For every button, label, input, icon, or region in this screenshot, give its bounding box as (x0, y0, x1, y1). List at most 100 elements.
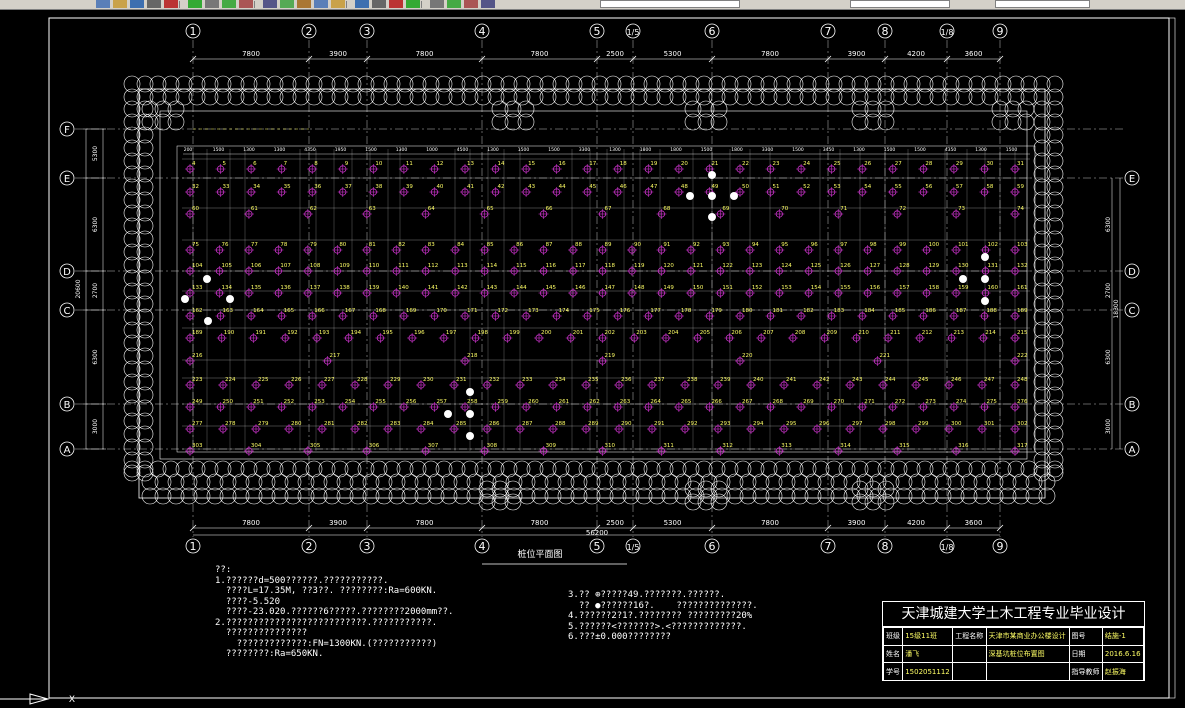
pile-number: 182 (803, 308, 814, 314)
pile-number: 198 (478, 330, 489, 336)
pile-number: 100 (929, 242, 940, 248)
retaining-pile (478, 493, 496, 511)
dim-text: 3000 (92, 419, 99, 434)
retaining-pile (479, 487, 497, 505)
pile-spacing-text: 1500 (365, 147, 377, 153)
retaining-pile (1033, 464, 1051, 482)
zoom-icon[interactable] (280, 0, 294, 8)
pile-number: 302 (1017, 421, 1028, 427)
table-icon[interactable] (406, 0, 420, 8)
retaining-pile (773, 88, 791, 106)
retaining-pile (206, 473, 224, 491)
pile-number: 255 (375, 399, 386, 405)
pile-number: 213 (954, 330, 965, 336)
lineweight-dropdown[interactable] (995, 0, 1090, 8)
pile-number: 260 (528, 399, 539, 405)
drawing-canvas[interactable]: 1 1 2 2 3 3 4 4 5 5 1/5 1/5 6 6 7 7 8 8 1/8 1/8 9 9 F E E D D C C B B A… (0, 9, 1185, 708)
match-icon[interactable] (464, 0, 478, 8)
pile-number: 161 (1017, 285, 1028, 291)
retaining-pile (123, 412, 141, 430)
redo-icon[interactable] (239, 0, 253, 8)
retaining-pile (375, 487, 393, 505)
axis-label: B (1129, 400, 1136, 411)
pile-spacing-text: 1300 (975, 147, 987, 153)
pile-number: 4 (192, 161, 196, 167)
design-center-icon[interactable] (331, 0, 345, 8)
retaining-pile (830, 487, 848, 505)
retaining-pile (596, 487, 614, 505)
layer-dropdown[interactable] (600, 0, 740, 8)
retaining-pile (123, 425, 141, 443)
retaining-pile (648, 473, 666, 491)
color-icon[interactable] (481, 0, 495, 8)
axis-label: 5 (594, 540, 601, 553)
retaining-pile (1046, 269, 1064, 287)
retaining-pile (305, 88, 323, 106)
retaining-pile (895, 473, 913, 491)
cut-icon[interactable] (164, 0, 178, 8)
text-icon[interactable] (430, 0, 444, 8)
retaining-pile (388, 487, 406, 505)
pile-spacing-text: 1300 (853, 147, 865, 153)
layers-icon[interactable] (447, 0, 461, 8)
dim-text: 7800 (531, 519, 549, 527)
retaining-pile (643, 75, 661, 93)
undo-icon[interactable] (222, 0, 236, 8)
test-pile (466, 410, 474, 418)
retaining-pile (656, 75, 674, 93)
retaining-pile (1033, 75, 1051, 93)
pile-number: 175 (589, 308, 600, 314)
retaining-pile (123, 75, 141, 93)
pile-number: 150 (693, 285, 704, 291)
pan-icon[interactable] (263, 0, 277, 8)
retaining-pile (1033, 399, 1051, 417)
pile-number: 113 (457, 263, 468, 269)
retaining-pile (747, 75, 765, 93)
pile-spacing-text: 1300 (243, 147, 255, 153)
pile-number: 178 (681, 308, 692, 314)
properties-icon[interactable] (314, 0, 328, 8)
retaining-pile (942, 75, 960, 93)
dimension-icon[interactable] (389, 0, 403, 8)
retaining-pile (123, 230, 141, 248)
pile-number: 249 (192, 399, 203, 405)
pile-number: 83 (428, 242, 435, 248)
pile-number: 316 (958, 443, 969, 449)
pile-number: 7 (284, 161, 288, 167)
open-icon[interactable] (113, 0, 127, 8)
pile-number: 74 (1017, 206, 1024, 212)
print-icon[interactable] (147, 0, 161, 8)
pile-number: 200 (541, 330, 552, 336)
text-style-icon[interactable] (355, 0, 369, 8)
pile-number: 217 (330, 353, 341, 359)
pile-number: 227 (324, 377, 335, 383)
retaining-pile (669, 88, 687, 106)
retaining-pile (812, 88, 830, 106)
pile-number: 153 (781, 285, 792, 291)
pile-spacing-text: 1300 (487, 147, 499, 153)
retaining-pile (565, 88, 583, 106)
retaining-pile (245, 487, 263, 505)
zoom-window-icon[interactable] (297, 0, 311, 8)
linetype-dropdown[interactable] (850, 0, 950, 8)
retaining-pile (877, 75, 895, 93)
pile-number: 171 (467, 308, 478, 314)
retaining-pile (123, 334, 141, 352)
pile-number: 27 (895, 161, 902, 167)
pile-number: 268 (773, 399, 784, 405)
retaining-pile (1046, 399, 1064, 417)
layer-icon[interactable] (372, 0, 386, 8)
save-icon[interactable] (130, 0, 144, 8)
copy-icon[interactable] (188, 0, 202, 8)
pile-number: 221 (880, 353, 891, 359)
pile-number: 299 (918, 421, 929, 427)
paste-icon[interactable] (205, 0, 219, 8)
pile-number: 167 (345, 308, 356, 314)
pile-number: 285 (456, 421, 467, 427)
new-icon[interactable] (96, 0, 110, 8)
test-pile (708, 171, 716, 179)
pile-number: 11 (406, 161, 413, 167)
retaining-pile (817, 473, 835, 491)
pile-number: 283 (390, 421, 401, 427)
pile-number: 32 (192, 184, 199, 190)
